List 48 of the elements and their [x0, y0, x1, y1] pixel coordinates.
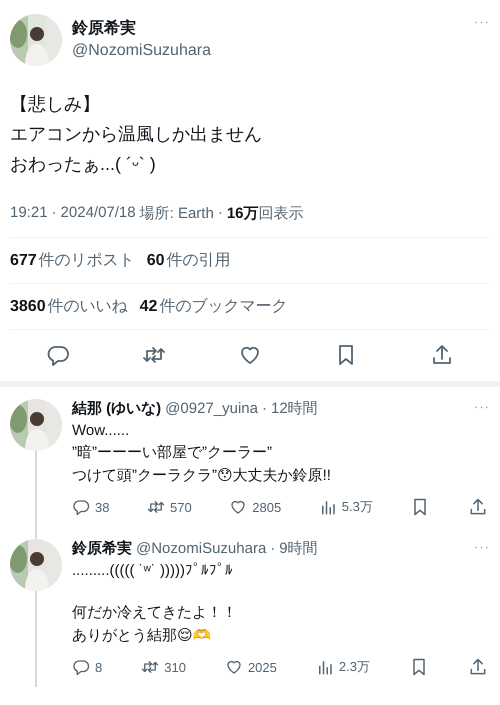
reply-text-line: ”暗”ーーーい部屋で”クーラー”	[72, 443, 273, 462]
reply-icon[interactable]	[72, 658, 90, 676]
tweet-text-line: おわったぁ...( ´ᵕ` )	[10, 153, 157, 176]
separator-dot: ·	[52, 204, 57, 223]
reply-time: 9時間	[279, 539, 319, 558]
reply-time: 12時間	[270, 399, 319, 418]
action-count: 2.3万	[338, 658, 370, 676]
reply-text-line: .........((((( ˙ʷ˙ )))))ﾌﾟﾙﾌﾟﾙ	[72, 562, 234, 579]
tweet-date: 2024/07/18	[60, 204, 136, 223]
author-name[interactable]: 鈴原希実	[72, 539, 132, 558]
stat-link[interactable]: 60件の引用	[146, 250, 230, 271]
share-icon[interactable]	[430, 343, 454, 367]
share-icon[interactable]	[468, 497, 488, 517]
heart-icon[interactable]	[224, 658, 243, 676]
author-handle[interactable]: @0927_yuina	[165, 400, 258, 417]
action-count: 310	[164, 660, 186, 674]
stat-link[interactable]: 3860件のいいね	[10, 296, 128, 317]
author-handle[interactable]: @NozomiSuzuhara	[72, 42, 464, 60]
action-count: 2805	[252, 500, 282, 514]
action-count: 5.3万	[342, 498, 373, 516]
action-count: 570	[170, 500, 192, 514]
repost-icon[interactable]	[141, 658, 160, 676]
separator-dot: ·	[218, 204, 223, 223]
tweet-location: 場所: Earth	[140, 204, 214, 223]
stat-link[interactable]: 42件のブックマーク	[140, 296, 288, 317]
author-name[interactable]: 結那 (ゆいな)	[72, 399, 162, 418]
view-label: 回表示	[258, 204, 304, 223]
view-count: 16万	[226, 204, 258, 223]
action-count: 38	[95, 500, 110, 514]
reply-icon[interactable]	[72, 498, 90, 516]
author-handle[interactable]: @NozomiSuzuhara	[136, 540, 266, 557]
reply-text-line: Wow......	[72, 422, 130, 439]
reply-text-line: ありがとう結那😌🫶	[72, 626, 213, 645]
heart-icon[interactable]	[229, 498, 248, 516]
tweet-text-line: 【悲しみ】	[10, 93, 101, 116]
reply-icon[interactable]	[46, 343, 70, 367]
reply-text-line: つけて頭”クーラクラ”😯大丈夫か鈴原!!	[72, 466, 332, 485]
separator-dot: ·	[262, 400, 267, 417]
action-count: 8	[95, 660, 102, 674]
author-name[interactable]: 鈴原希実	[72, 18, 464, 39]
tweet-time: 19:21	[10, 204, 48, 223]
action-count: 2025	[248, 660, 277, 674]
reply-text-line: 何だか冷えてきたよ！！	[72, 603, 238, 622]
share-icon[interactable]	[468, 657, 488, 677]
tweet-text-line: エアコンから温風しか出ません	[10, 123, 263, 146]
separator-dot: ·	[270, 540, 276, 557]
repost-icon[interactable]	[147, 498, 166, 516]
stat-link[interactable]: 677件のリポスト	[10, 250, 135, 271]
